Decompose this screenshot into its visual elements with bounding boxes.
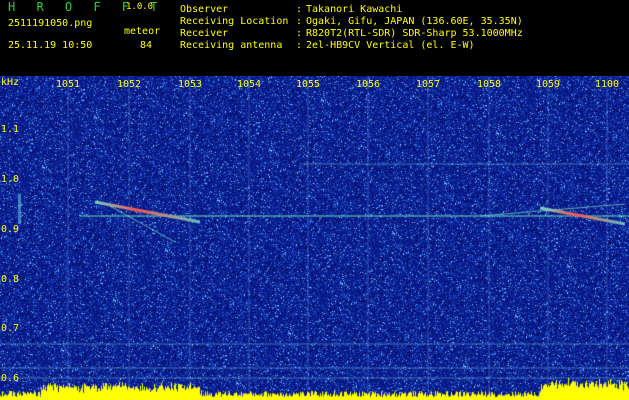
x-tick-1057: 1057 — [415, 79, 441, 90]
receiver-value: R820T2(RTL-SDR) SDR-Sharp 53.1000MHz — [306, 28, 523, 39]
x-tick-1051: 1051 — [55, 79, 81, 90]
y-tick-1.0: 1.0 — [1, 174, 20, 185]
observer-value: Takanori Kawachi — [306, 4, 403, 15]
x-tick-1053: 1053 — [177, 79, 203, 90]
x-tick-1054: 1054 — [236, 79, 262, 90]
app-version: 1.0.0 — [126, 2, 154, 12]
receiver-key: Receiver — [180, 28, 229, 39]
y-tick-0.9: 0.9 — [1, 224, 20, 235]
antenna-value: 2el-HB9CV Vertical (el. E-W) — [306, 40, 475, 51]
x-tick-1100: 1100 — [594, 79, 620, 90]
y-tick-0.8: 0.8 — [1, 274, 20, 285]
y-tick-0.7: 0.7 — [1, 323, 20, 334]
spectrogram — [0, 76, 629, 400]
location-value: Ogaki, Gifu, JAPAN (136.60E, 35.35N) — [306, 16, 523, 27]
antenna-key: Receiving antenna — [180, 40, 283, 51]
observer-key: Observer — [180, 4, 229, 15]
y-tick-1.1: 1.1 — [1, 124, 20, 135]
y-axis-unit: kHz — [1, 77, 20, 88]
file-datetime: 25.11.19 10:50 — [8, 40, 93, 51]
header-panel: H R O F F T 1.0.0 2511191050.png 25.11.1… — [0, 0, 629, 76]
file-name: 2511191050.png — [8, 18, 93, 29]
x-tick-1055: 1055 — [295, 79, 321, 90]
meteor-count: 84 — [140, 40, 153, 51]
x-tick-1052: 1052 — [116, 79, 142, 90]
meteor-label: meteor — [124, 26, 161, 37]
x-tick-1058: 1058 — [476, 79, 502, 90]
location-key: Receiving Location — [180, 16, 289, 27]
x-tick-1056: 1056 — [355, 79, 381, 90]
x-tick-1059: 1059 — [535, 79, 561, 90]
y-tick-0.6: 0.6 — [1, 373, 20, 384]
